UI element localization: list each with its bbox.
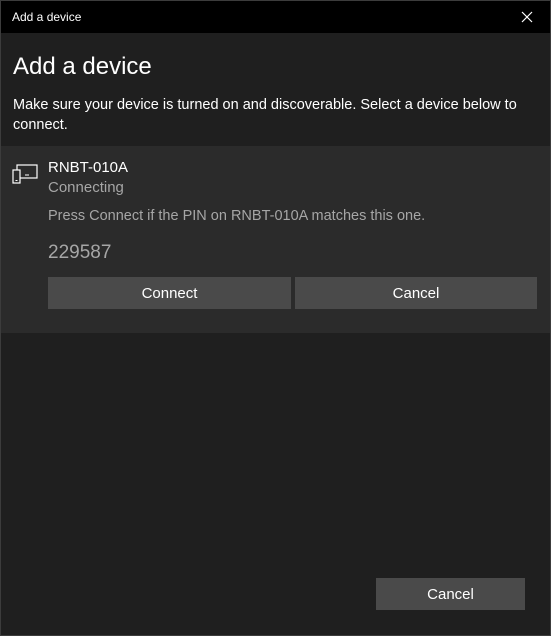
cancel-pairing-button[interactable]: Cancel xyxy=(295,277,537,309)
pin-code: 229587 xyxy=(48,242,112,263)
title-bar: Add a device xyxy=(1,1,550,33)
device-status: Connecting xyxy=(48,179,124,196)
cancel-button[interactable]: Cancel xyxy=(376,578,525,610)
close-button[interactable] xyxy=(504,1,550,33)
device-icon xyxy=(12,164,38,184)
device-panel: RNBT-010A Connecting Press Connect if th… xyxy=(1,146,550,333)
instructions-text: Make sure your device is turned on and d… xyxy=(13,97,517,133)
device-name: RNBT-010A xyxy=(48,159,129,176)
pin-prompt: Press Connect if the PIN on RNBT-010A ma… xyxy=(48,208,426,224)
window-title: Add a device xyxy=(12,10,82,24)
page-heading: Add a device xyxy=(13,53,152,80)
add-device-window: Add a device Add a device Make sure your… xyxy=(0,0,551,636)
connect-button[interactable]: Connect xyxy=(48,277,291,309)
close-icon xyxy=(521,11,533,23)
